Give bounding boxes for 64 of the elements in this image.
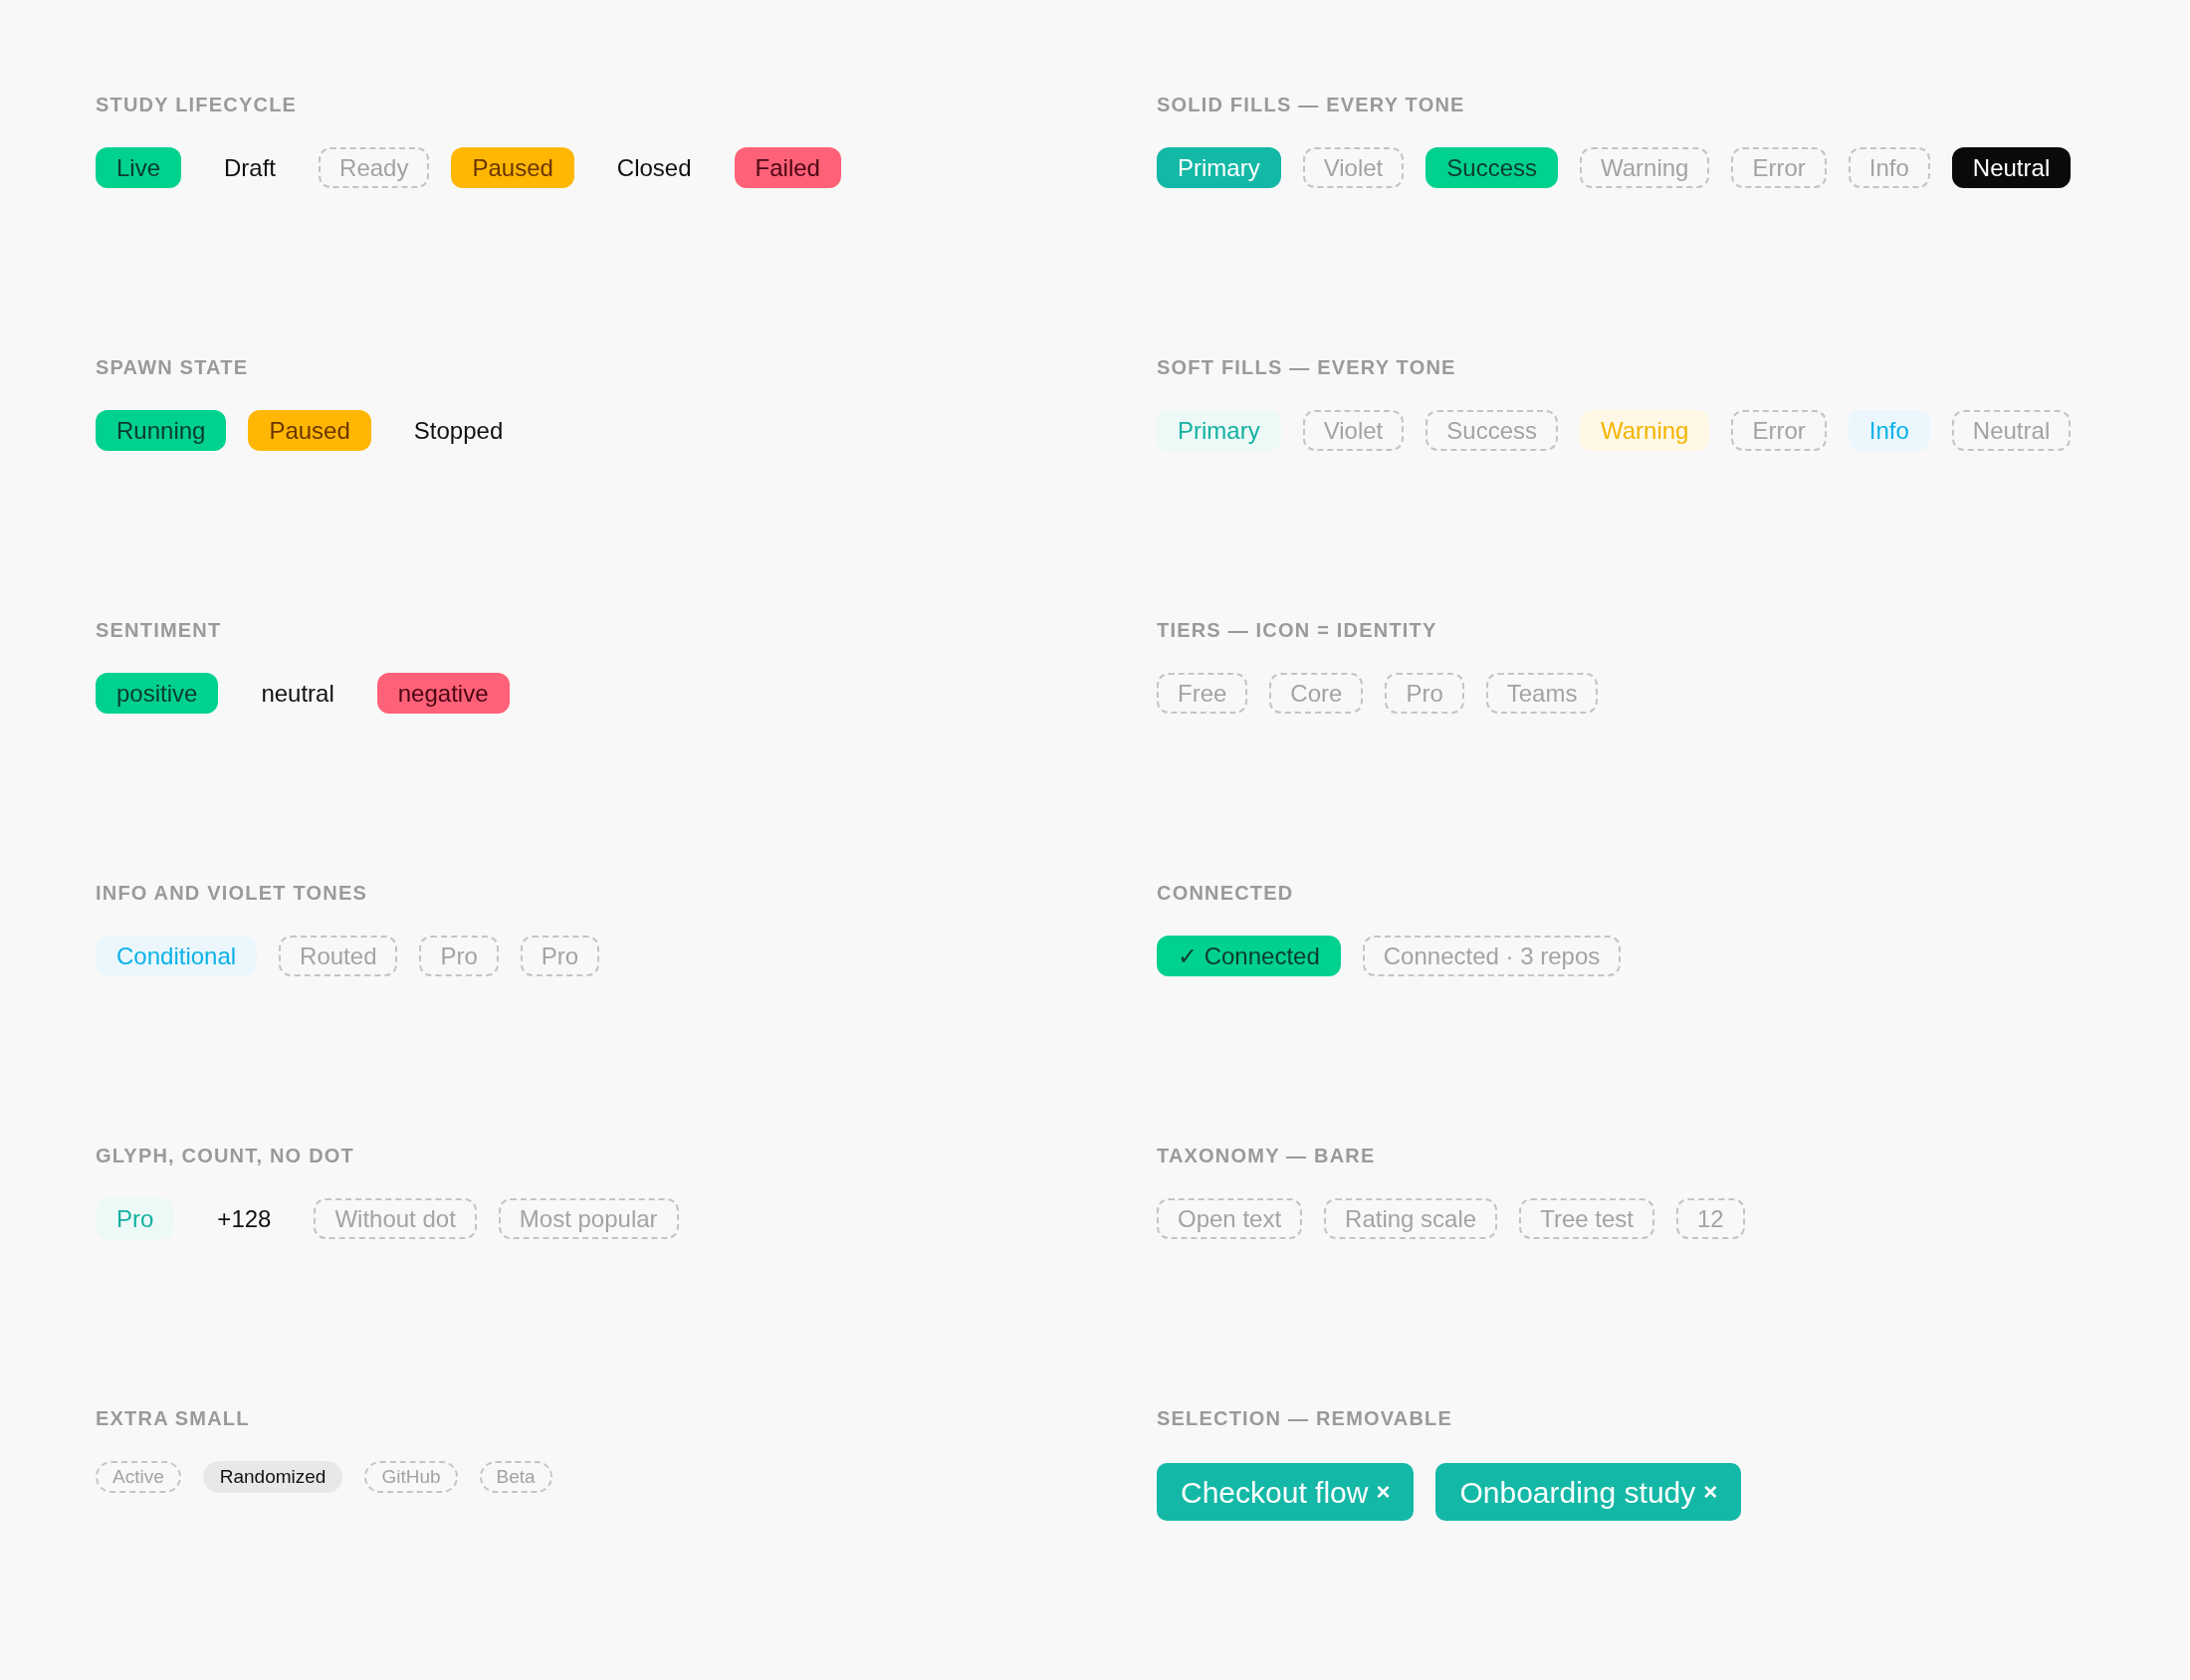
status-badge: Randomized [202,1461,343,1493]
status-badge: Connected · 3 repos [1362,936,1622,976]
status-badge: Core [1269,673,1364,714]
status-label: Draft [223,152,278,183]
status-badge: Success [1425,147,1558,188]
status-badge: positive [96,673,219,714]
status-badge: Running [96,410,227,451]
status-badge: Conditional [96,936,258,976]
status-label: +128 [216,1203,273,1234]
close-icon[interactable]: × [1703,1474,1718,1510]
status-badge: Primary [1157,410,1281,451]
status-badge: Success [1425,410,1558,451]
status-badge: Most popular [498,1198,679,1239]
section-heading: STUDY LIFECYCLE [96,93,299,117]
status-badge: Ready [319,147,430,188]
status-badge: Warning [1580,147,1710,188]
status-label: Closed [615,152,693,183]
status-badge: 12 [1675,1198,1745,1239]
status-badge: Neutral [1951,410,2072,451]
close-icon[interactable]: × [1376,1474,1391,1510]
removable-chip[interactable]: Onboarding study × [1435,1463,1742,1521]
section-heading: GLYPH, COUNT, NO DOT [96,1144,355,1168]
section-heading: TAXONOMY — BARE [1157,1144,1377,1168]
status-badge: GitHub [364,1461,458,1493]
section-heading: EXTRA SMALL [96,1406,251,1431]
section-heading: SENTIMENT [96,618,223,643]
status-badge: Primary [1157,147,1281,188]
status-badge: Pro [96,1198,175,1239]
status-badge: negative [376,673,510,714]
status-badge: Live [96,147,182,188]
status-badge: ✓ Connected [1157,936,1341,976]
section-heading: SOLID FILLS — EVERY TONE [1157,93,1466,117]
status-badge: Beta [479,1461,552,1493]
status-badge: Teams [1485,673,1599,714]
status-badge: Failed [734,147,841,188]
section-heading: INFO AND VIOLET TONES [96,881,368,906]
status-badge: Violet [1302,410,1405,451]
status-badge: Pro [1385,673,1464,714]
status-badge: Pro [520,936,600,976]
section-heading: SPAWN STATE [96,355,250,380]
status-label: Stopped [412,415,505,446]
status-badge: Without dot [314,1198,477,1239]
status-badge: Warning [1580,410,1710,451]
status-badge: Rating scale [1324,1198,1498,1239]
section-heading: SOFT FILLS — EVERY TONE [1157,355,1457,380]
status-badge: Info [1848,410,1930,451]
section-heading: TIERS — ICON = IDENTITY [1157,618,1438,643]
removable-chip[interactable]: Checkout flow × [1157,1463,1415,1521]
status-badge: Error [1731,147,1827,188]
status-badge: Violet [1302,147,1405,188]
status-badge: Pro [419,936,499,976]
status-label: neutral [260,678,335,709]
status-badge: Free [1157,673,1248,714]
status-badge: Info [1848,147,1930,188]
section-heading: SELECTION — REMOVABLE [1157,1406,1454,1431]
section-heading: CONNECTED [1157,881,1295,906]
status-badge: Open text [1157,1198,1303,1239]
status-badge: Routed [279,936,398,976]
status-badge: Error [1731,410,1827,451]
status-badge: Paused [248,410,371,451]
status-badge: Tree test [1519,1198,1654,1239]
status-badge: Neutral [1951,147,2072,188]
status-badge: Active [96,1461,181,1493]
status-badge: Paused [451,147,574,188]
